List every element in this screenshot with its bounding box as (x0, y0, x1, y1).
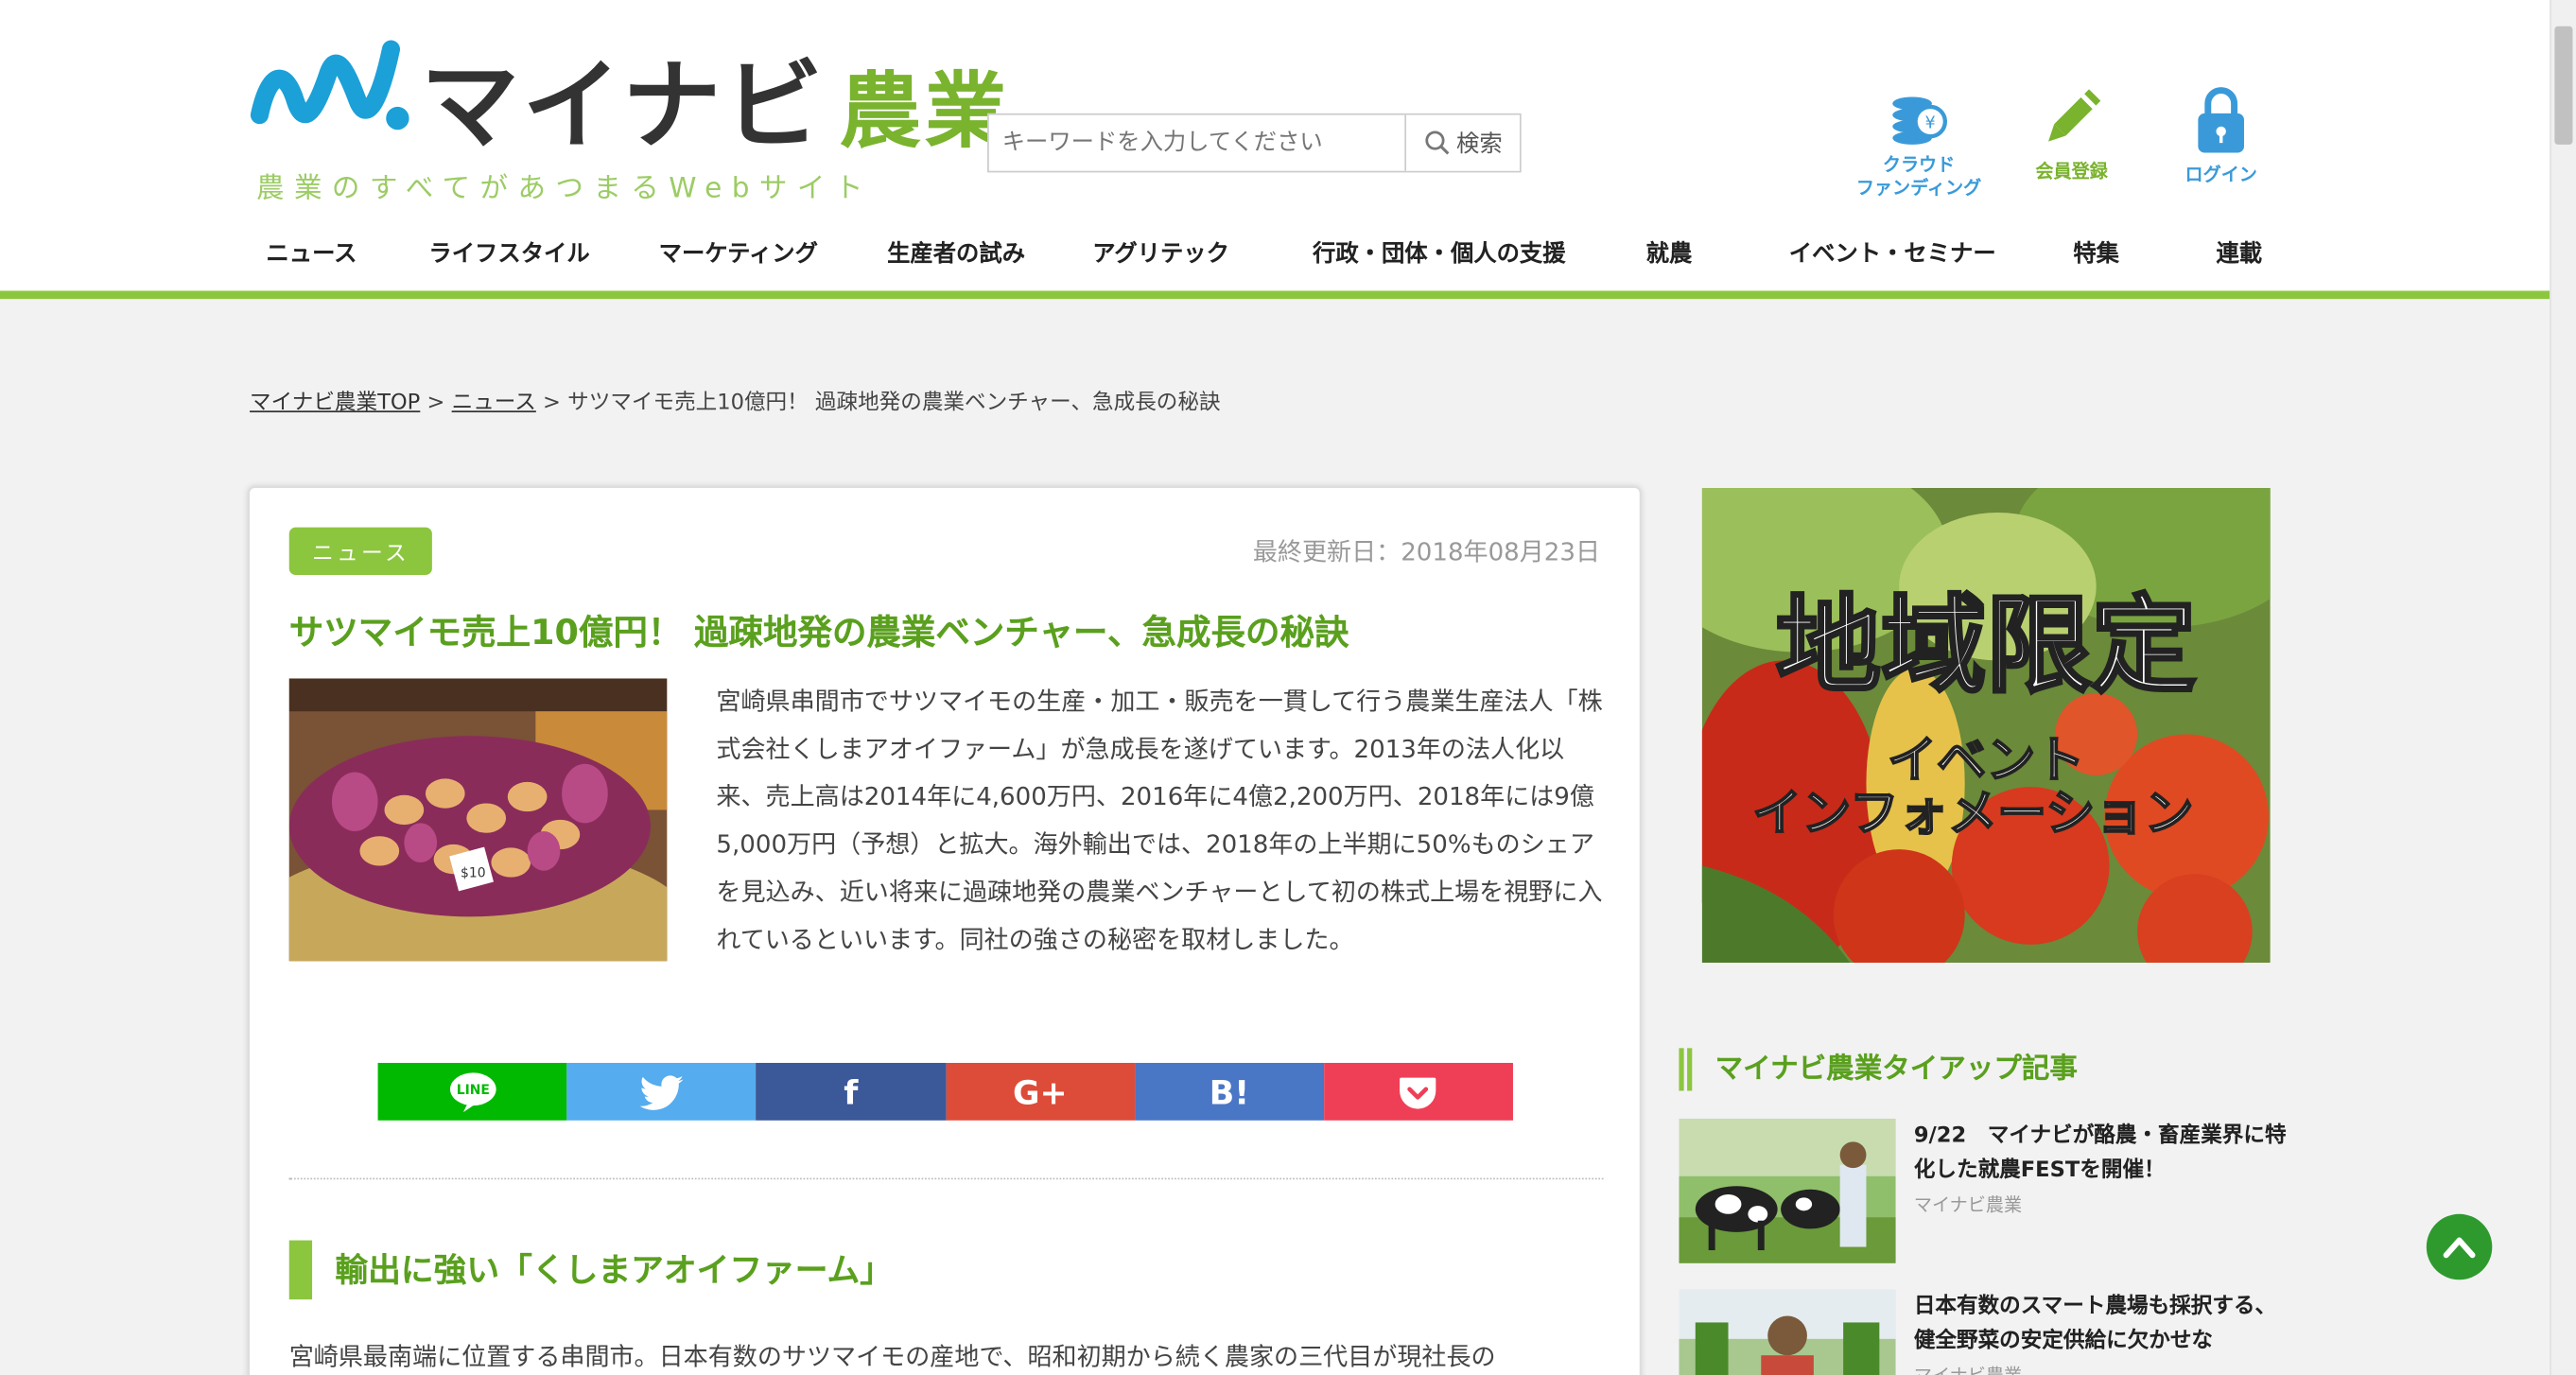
article-lead: 宮崎県串間市でサツマイモの生産・加工・販売を一貫して行う農業生産法人「株式会社く… (716, 687, 1603, 955)
logo-sub-text: 農業 (839, 63, 1011, 160)
pocket-icon (1400, 1076, 1437, 1108)
share-googleplus-button[interactable]: G+ (945, 1062, 1135, 1121)
article-card: ニュース 最終更新日：2018年08月23日 サツマイモ売上10億円！ 過疎地発… (248, 486, 1642, 1375)
breadcrumb-news[interactable]: ニュース (452, 391, 536, 415)
share-line-button[interactable]: LINE (377, 1062, 567, 1121)
tieup-title: 日本有数のスマート農場も採択する、健全野菜の安定供給に欠かせな (1913, 1294, 2277, 1354)
breadcrumb-separator: > (420, 391, 452, 416)
site-header: マイナビ農業 農業のすべてがあつまるWebサイト 検索 ¥ (0, 0, 2550, 300)
scrollbar-thumb[interactable] (2554, 26, 2573, 145)
mynavi-logo-icon (250, 40, 409, 131)
section-heading: 輸出に強い「くしまアオイファーム」 (288, 1240, 893, 1300)
crowdfunding-link[interactable]: ¥ クラウド ファンディング (1845, 82, 1993, 200)
tieup-source: マイナビ農業 (1913, 1193, 2023, 1216)
hatena-bookmark-icon: B! (1209, 1071, 1250, 1112)
cows-photo (1679, 1119, 1896, 1263)
search-icon (1424, 131, 1449, 155)
tieup-thumbnail (1679, 1119, 1896, 1263)
crowdfunding-label-1: クラウド (1882, 154, 1956, 176)
register-link[interactable]: 会員登録 (1997, 82, 2145, 184)
coins-yen-icon: ¥ (1892, 96, 1948, 145)
line-icon: LINE (449, 1071, 496, 1112)
twitter-bird-icon (639, 1074, 684, 1109)
breadcrumb-home[interactable]: マイナビ農業TOP (250, 391, 420, 415)
breadcrumb: マイナビ農業TOP > ニュース > サツマイモ売上10億円！ 過疎地発の農業ベ… (250, 385, 1221, 416)
share-twitter-button[interactable] (566, 1062, 757, 1121)
article-photo: $10 (288, 678, 668, 962)
tieup-text: 日本有数のスマート農場も採択する、健全野菜の安定供給に欠かせな マイナビ農業 (1914, 1290, 2292, 1375)
divider (288, 1177, 1604, 1180)
pencil-icon (2048, 89, 2101, 142)
site-logo[interactable]: マイナビ 農業 農業のすべてがあつまるWebサイト (250, 36, 1007, 205)
googleplus-icon: G+ (1012, 1071, 1068, 1112)
facebook-icon: f (844, 1071, 859, 1112)
share-pocket-button[interactable] (1323, 1062, 1514, 1121)
nav-shuno[interactable]: 就農 (1646, 236, 1693, 270)
main-nav: ニュース ライフスタイル マーケティング 生産者の試み アグリテック 行政・団体… (250, 230, 2287, 279)
tieup-source: マイナビ農業 (1914, 1359, 2292, 1375)
login-link[interactable]: ログイン (2148, 82, 2295, 187)
nav-events[interactable]: イベント・セミナー (1789, 236, 1996, 270)
nav-producers[interactable]: 生産者の試み (887, 236, 1025, 270)
svg-text:¥: ¥ (1925, 114, 1936, 133)
page-scrollbar[interactable] (2550, 0, 2576, 1375)
logo-main-text: マイナビ (420, 49, 827, 165)
share-bar: LINE f G+ B! (377, 1062, 1514, 1121)
share-facebook-button[interactable]: f (756, 1062, 946, 1121)
logo-text: マイナビ 農業 (421, 26, 1010, 169)
tieup-heading: マイナビ農業タイアップ記事 (1679, 1048, 2078, 1091)
nav-features[interactable]: 特集 (2073, 236, 2119, 270)
nav-marketing[interactable]: マーケティング (659, 236, 818, 270)
search-box: 検索 (987, 113, 1522, 173)
chevron-up-icon (2443, 1237, 2476, 1259)
back-to-top-button[interactable] (2426, 1213, 2493, 1280)
article-body-text: 宮崎県最南端に位置する串間市。日本有数のサツマイモの産地で、昭和初期から続く農家… (288, 1342, 1496, 1372)
banner-subtitle-1: イベント (1888, 732, 2084, 790)
tieup-title: 9/22 マイナビが酪農・畜産業界に特化した就農FESTを開催！ (1913, 1123, 2287, 1183)
crowdfunding-label-2: ファンディング (1855, 177, 1982, 200)
event-banner[interactable]: 地域限定 イベント インフォメーション (1701, 487, 2271, 963)
greenhouse-photo (1679, 1289, 1896, 1375)
banner-subtitle-2: インフォメーション (1752, 784, 2193, 842)
price-tag-text: $10 (461, 866, 485, 881)
nav-series[interactable]: 連載 (2216, 236, 2262, 270)
nav-agritech[interactable]: アグリテック (1092, 236, 1229, 270)
tieup-text: 9/22 マイナビが酪農・畜産業界に特化した就農FESTを開催！ マイナビ農業 (1914, 1119, 2292, 1222)
nav-news[interactable]: ニュース (266, 236, 357, 270)
banner-title: 地域限定 (1776, 584, 2197, 707)
login-label: ログイン (2184, 164, 2257, 186)
updated-date: 最終更新日：2018年08月23日 (1252, 537, 1601, 567)
vegetables-banner-image: 地域限定 イベント インフォメーション (1701, 487, 2271, 963)
article-title: サツマイモ売上10億円！ 過疎地発の農業ベンチャー、急成長の秘訣 (288, 612, 1349, 653)
sweet-potato-display-image: $10 (288, 678, 668, 962)
search-button-label: 検索 (1456, 131, 1503, 158)
lock-icon (2198, 87, 2245, 153)
search-button[interactable]: 検索 (1404, 114, 1520, 171)
search-input[interactable] (988, 114, 1405, 171)
tieup-item[interactable]: 日本有数のスマート農場も採択する、健全野菜の安定供給に欠かせな マイナビ農業 (1679, 1289, 2287, 1375)
register-label: 会員登録 (2035, 161, 2108, 183)
category-badge[interactable]: ニュース (288, 527, 433, 576)
nav-support[interactable]: 行政・団体・個人の支援 (1313, 236, 1566, 270)
tieup-thumbnail (1679, 1289, 1896, 1375)
tieup-item[interactable]: 9/22 マイナビが酪農・畜産業界に特化した就農FESTを開催！ マイナビ農業 (1679, 1119, 2287, 1266)
nav-lifestyle[interactable]: ライフスタイル (428, 236, 589, 270)
tagline: 農業のすべてがあつまるWebサイト (256, 172, 873, 206)
breadcrumb-current: サツマイモ売上10億円！ 過疎地発の農業ベンチャー、急成長の秘訣 (567, 391, 1221, 416)
line-icon-text: LINE (456, 1082, 489, 1097)
share-hatena-button[interactable]: B! (1134, 1062, 1324, 1121)
breadcrumb-separator: > (535, 391, 568, 416)
